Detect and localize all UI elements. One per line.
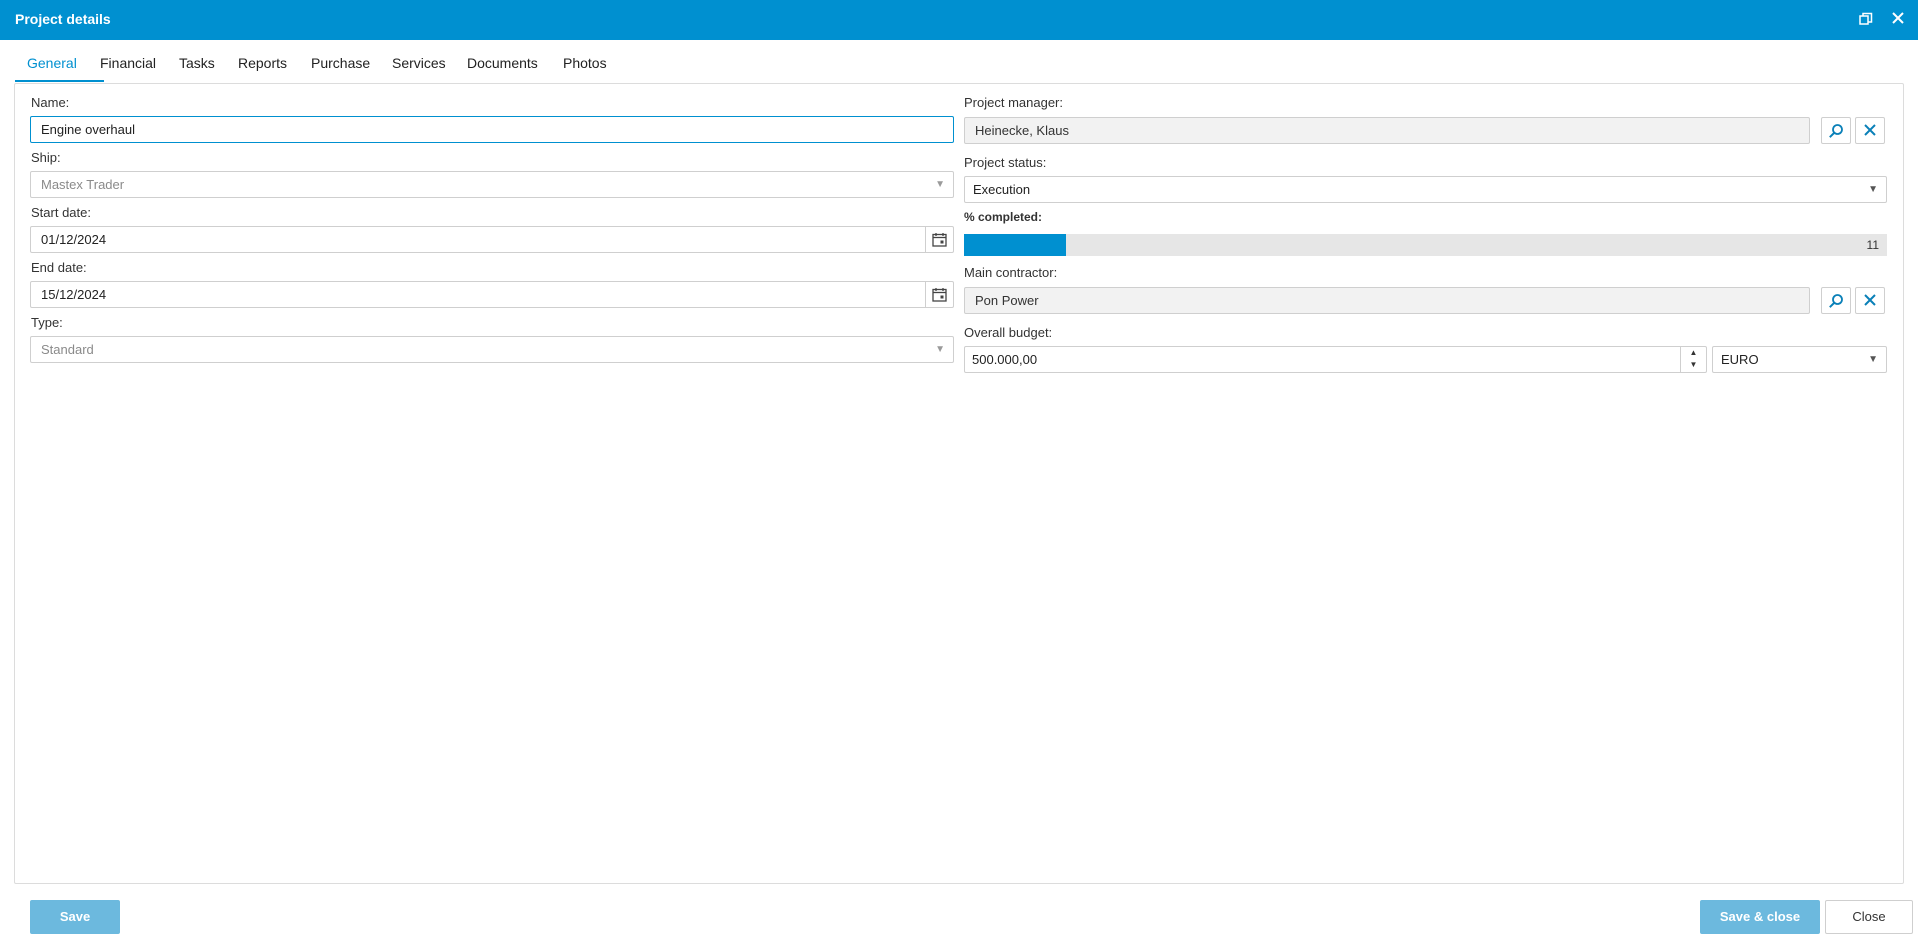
overall-budget-input[interactable]: 500.000,00 ▲ ▼ [964, 346, 1707, 373]
tab-photos[interactable]: Photos [563, 55, 607, 71]
search-contractor-button[interactable] [1821, 287, 1851, 314]
end-date-label: End date: [31, 260, 87, 275]
project-manager-input[interactable]: Heinecke, Klaus [964, 117, 1810, 144]
percent-completed-bar: 11 [964, 234, 1887, 256]
general-panel [14, 83, 1904, 884]
search-icon [1829, 124, 1843, 138]
type-select[interactable]: Standard ▼ [30, 336, 954, 363]
tab-financial[interactable]: Financial [100, 55, 156, 71]
overall-budget-label: Overall budget: [964, 325, 1053, 340]
tab-purchase[interactable]: Purchase [311, 55, 370, 71]
clear-contractor-button[interactable] [1855, 287, 1885, 314]
tab-reports[interactable]: Reports [238, 55, 287, 71]
type-value: Standard [41, 342, 94, 357]
chevron-down-icon: ▼ [935, 179, 945, 190]
close-button[interactable]: Close [1825, 900, 1913, 934]
project-manager-label: Project manager: [964, 95, 1063, 110]
progress-fill [964, 234, 1066, 256]
name-label: Name: [31, 95, 70, 110]
restore-window-icon[interactable] [1854, 8, 1878, 32]
save-and-close-button[interactable]: Save & close [1700, 900, 1820, 934]
main-contractor-label: Main contractor: [964, 265, 1058, 280]
close-icon [1864, 124, 1876, 136]
calendar-icon[interactable] [925, 227, 953, 252]
search-manager-button[interactable] [1821, 117, 1851, 144]
tab-tasks[interactable]: Tasks [179, 55, 215, 71]
chevron-down-icon: ▼ [1868, 354, 1878, 365]
currency-select[interactable]: EURO ▼ [1712, 346, 1887, 373]
spinner-arrows-icon[interactable]: ▲ ▼ [1680, 347, 1706, 372]
project-status-value: Execution [973, 182, 1031, 197]
tab-documents[interactable]: Documents [467, 55, 538, 71]
close-icon [1864, 294, 1876, 306]
overall-budget-value: 500.000,00 [972, 352, 1038, 367]
start-date-input[interactable]: 01/12/2024 [30, 226, 954, 253]
percent-completed-label: % completed: [964, 210, 1043, 224]
window-title: Project details [15, 11, 111, 27]
project-status-label: Project status: [964, 155, 1047, 170]
save-button[interactable]: Save [30, 900, 120, 934]
clear-manager-button[interactable] [1855, 117, 1885, 144]
chevron-down-icon: ▼ [935, 344, 945, 355]
main-contractor-input[interactable]: Pon Power [964, 287, 1810, 314]
active-tab-indicator [15, 80, 104, 82]
window-titlebar: Project details [0, 0, 1918, 40]
tab-bar: General Financial Tasks Reports Purchase… [14, 40, 1904, 84]
search-icon [1829, 294, 1843, 308]
chevron-down-icon: ▼ [1868, 184, 1878, 195]
tab-services[interactable]: Services [392, 55, 446, 71]
type-label: Type: [31, 315, 63, 330]
calendar-icon[interactable] [925, 282, 953, 307]
tab-general[interactable]: General [27, 55, 77, 71]
start-date-label: Start date: [31, 205, 91, 220]
end-date-value: 15/12/2024 [41, 287, 107, 302]
start-date-value: 01/12/2024 [41, 232, 107, 247]
end-date-input[interactable]: 15/12/2024 [30, 281, 954, 308]
percent-completed-value: 11 [1866, 238, 1879, 252]
project-status-select[interactable]: Execution ▼ [964, 176, 1887, 203]
name-input[interactable]: Engine overhaul [30, 116, 954, 143]
ship-value: Mastex Trader [41, 177, 125, 192]
ship-select[interactable]: Mastex Trader ▼ [30, 171, 954, 198]
currency-value: EURO [1721, 352, 1759, 367]
close-window-icon[interactable] [1886, 8, 1910, 32]
ship-label: Ship: [31, 150, 61, 165]
